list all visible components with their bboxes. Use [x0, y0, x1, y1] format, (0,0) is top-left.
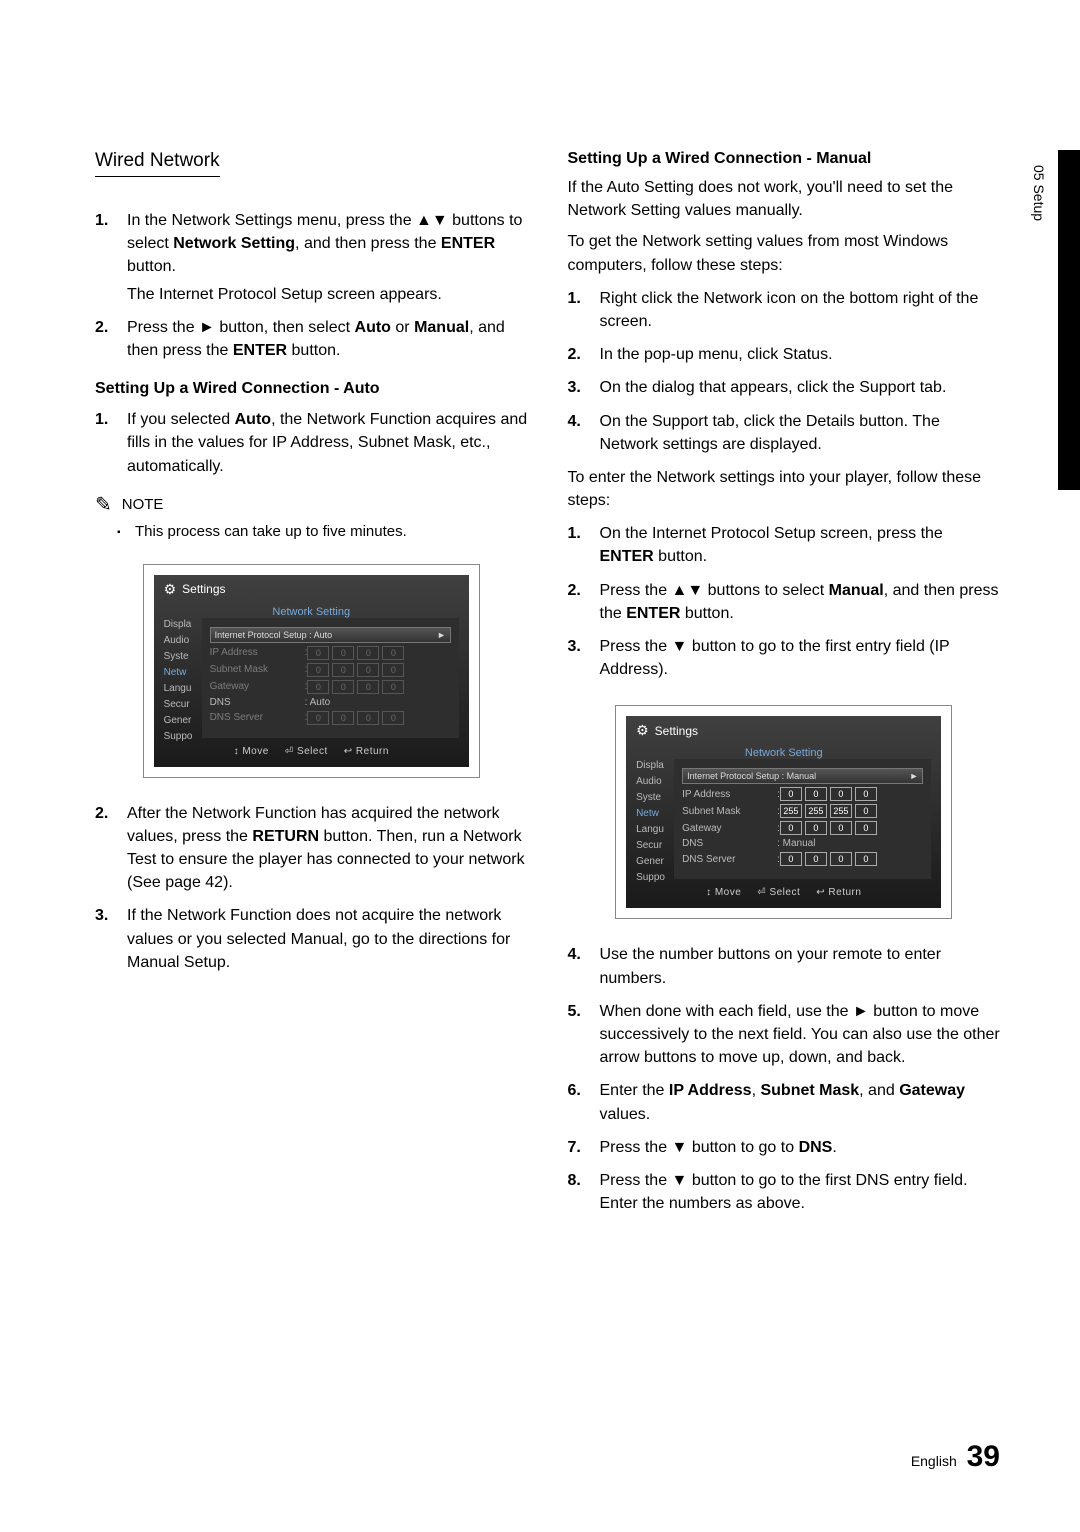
player-step3: Press the ▼ button to go to the first en… [568, 635, 1001, 681]
win-step3: On the dialog that appears, click the Su… [568, 376, 1001, 399]
player-step8: Press the ▼ button to go to the first DN… [568, 1169, 1001, 1215]
note-label: NOTE [122, 496, 164, 513]
player-step5: When done with each field, use the ► but… [568, 1000, 1001, 1070]
gear-icon: ⚙ [636, 722, 649, 739]
win-step1: Right click the Network icon on the bott… [568, 287, 1001, 333]
auto-step2: After the Network Function has acquired … [95, 802, 528, 895]
manual-intro1: If the Auto Setting does not work, you'l… [568, 176, 1001, 222]
note-body: This process can take up to five minutes… [135, 523, 528, 540]
subhead-auto: Setting Up a Wired Connection - Auto [95, 380, 528, 398]
manual-mid: To enter the Network settings into your … [568, 466, 1001, 512]
left-step2: Press the ► button, then select Auto or … [95, 316, 528, 362]
player-step6: Enter the IP Address, Subnet Mask, and G… [568, 1079, 1001, 1125]
player-step2: Press the ▲▼ buttons to select Manual, a… [568, 579, 1001, 625]
screenshot-auto: ⚙Settings Network Setting Displa Audio S… [143, 564, 480, 778]
edge-tab-label: 05 Setup [1031, 165, 1047, 221]
edge-tab [1058, 150, 1080, 490]
auto-step1: If you selected Auto, the Network Functi… [95, 408, 528, 478]
manual-intro2: To get the Network setting values from m… [568, 230, 1001, 276]
page-footer: English 39 [911, 1440, 1000, 1474]
note-icon: ✎ [95, 492, 112, 517]
player-step7: Press the ▼ button to go to DNS. [568, 1136, 1001, 1159]
left-step1-cont: The Internet Protocol Setup screen appea… [95, 283, 528, 306]
screenshot-manual: ⚙Settings Network Setting Displa Audio S… [615, 705, 952, 919]
player-step4: Use the number buttons on your remote to… [568, 943, 1001, 989]
auto-step3: If the Network Function does not acquire… [95, 904, 528, 974]
left-step1: In the Network Settings menu, press the … [95, 209, 528, 279]
subhead-manual: Setting Up a Wired Connection - Manual [568, 150, 1001, 168]
win-step4: On the Support tab, click the Details bu… [568, 410, 1001, 456]
gear-icon: ⚙ [164, 581, 177, 598]
win-step2: In the pop-up menu, click Status. [568, 343, 1001, 366]
proto-dropdown-manual[interactable]: Internet Protocol Setup : Manual► [682, 768, 923, 784]
player-step1: On the Internet Protocol Setup screen, p… [568, 522, 1001, 568]
section-heading-wired: Wired Network [95, 150, 220, 177]
proto-dropdown-auto[interactable]: Internet Protocol Setup : Auto► [210, 627, 451, 643]
